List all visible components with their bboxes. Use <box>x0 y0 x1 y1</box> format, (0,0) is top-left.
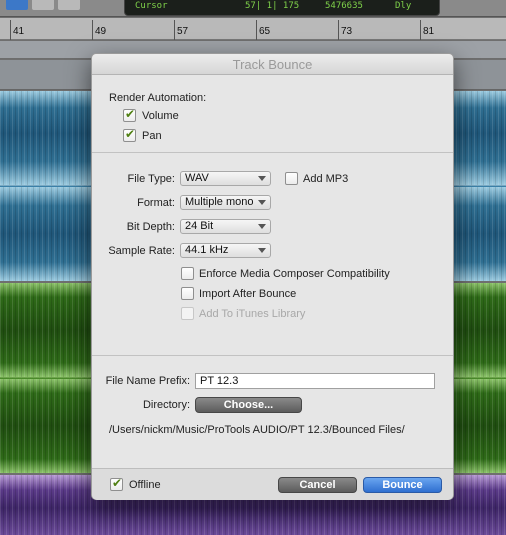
tool-button[interactable] <box>32 0 54 10</box>
directory-path: /Users/nickm/Music/ProTools AUDIO/PT 12.… <box>109 424 405 436</box>
format-select[interactable]: Multiple mono <box>180 195 271 210</box>
offline-checkbox[interactable] <box>110 476 123 491</box>
add-mp3-checkbox[interactable] <box>285 172 298 185</box>
pan-checkbox[interactable] <box>123 127 136 142</box>
format-label: Format: <box>137 197 175 209</box>
track-bounce-dialog: Track Bounce Render Automation: Volume P… <box>91 53 454 500</box>
dialog-title: Track Bounce <box>92 54 453 75</box>
edit-tool-button[interactable] <box>6 0 28 10</box>
bar-number: 57 <box>177 26 189 37</box>
file-type-label: File Type: <box>127 173 176 185</box>
add-to-itunes-checkbox <box>181 307 194 320</box>
counter-label: Cursor <box>135 1 168 11</box>
volume-label: Volume <box>142 110 179 122</box>
bar-number: 73 <box>341 26 353 37</box>
divider <box>92 152 453 153</box>
dialog-footer: Offline Cancel Bounce <box>92 468 453 500</box>
bar-marker <box>174 20 175 40</box>
divider <box>92 355 453 356</box>
chevron-down-icon <box>258 200 266 205</box>
file-name-prefix-label: File Name Prefix: <box>105 375 190 387</box>
cancel-button[interactable]: Cancel <box>278 477 357 493</box>
file-name-prefix-input[interactable]: PT 12.3 <box>195 373 435 389</box>
render-automation-heading: Render Automation: <box>109 92 207 104</box>
choose-directory-button[interactable]: Choose... <box>195 397 302 413</box>
bit-depth-select[interactable]: 24 Bit <box>180 219 271 234</box>
toolbar-strip: Cursor 57| 1| 175 5476635 Dly <box>0 0 506 17</box>
main-counter: Cursor 57| 1| 175 5476635 Dly <box>124 0 440 16</box>
bar-marker <box>92 20 93 40</box>
format-value: Multiple mono <box>185 196 254 208</box>
sample-rate-select[interactable]: 44.1 kHz <box>180 243 271 258</box>
chevron-down-icon <box>258 176 266 181</box>
bit-depth-label: Bit Depth: <box>126 221 175 233</box>
counter-sub-value: 5476635 <box>325 1 363 11</box>
file-type-value: WAV <box>185 172 209 184</box>
volume-checkbox[interactable] <box>123 107 136 122</box>
bar-number: 65 <box>259 26 271 37</box>
add-mp3-label: Add MP3 <box>303 173 349 185</box>
bit-depth-value: 24 Bit <box>185 220 214 232</box>
enforce-media-composer-checkbox[interactable] <box>181 267 194 280</box>
bars-beats-ruler[interactable]: 41 49 57 65 73 81 <box>0 18 506 40</box>
counter-main-value: 57| 1| 175 <box>245 1 300 11</box>
add-to-itunes-label: Add To iTunes Library <box>199 308 306 320</box>
delay-indicator: Dly <box>395 1 412 11</box>
bar-marker <box>420 20 421 40</box>
chevron-down-icon <box>258 248 266 253</box>
bar-number: 81 <box>423 26 435 37</box>
chevron-down-icon <box>258 224 266 229</box>
pan-label: Pan <box>142 130 162 142</box>
bar-marker <box>338 20 339 40</box>
enforce-media-composer-label: Enforce Media Composer Compatibility <box>199 268 390 280</box>
sample-rate-label: Sample Rate: <box>108 245 175 257</box>
directory-label: Directory: <box>142 399 190 411</box>
file-type-select[interactable]: WAV <box>180 171 271 186</box>
offline-label: Offline <box>129 479 161 491</box>
bar-number: 49 <box>95 26 107 37</box>
bar-number: 41 <box>13 26 25 37</box>
bar-marker <box>256 20 257 40</box>
import-after-bounce-checkbox[interactable] <box>181 287 194 300</box>
tool-button[interactable] <box>58 0 80 10</box>
bar-marker <box>10 20 11 40</box>
sample-rate-value: 44.1 kHz <box>185 244 229 256</box>
import-after-bounce-label: Import After Bounce <box>199 288 297 300</box>
bounce-button[interactable]: Bounce <box>363 477 442 493</box>
